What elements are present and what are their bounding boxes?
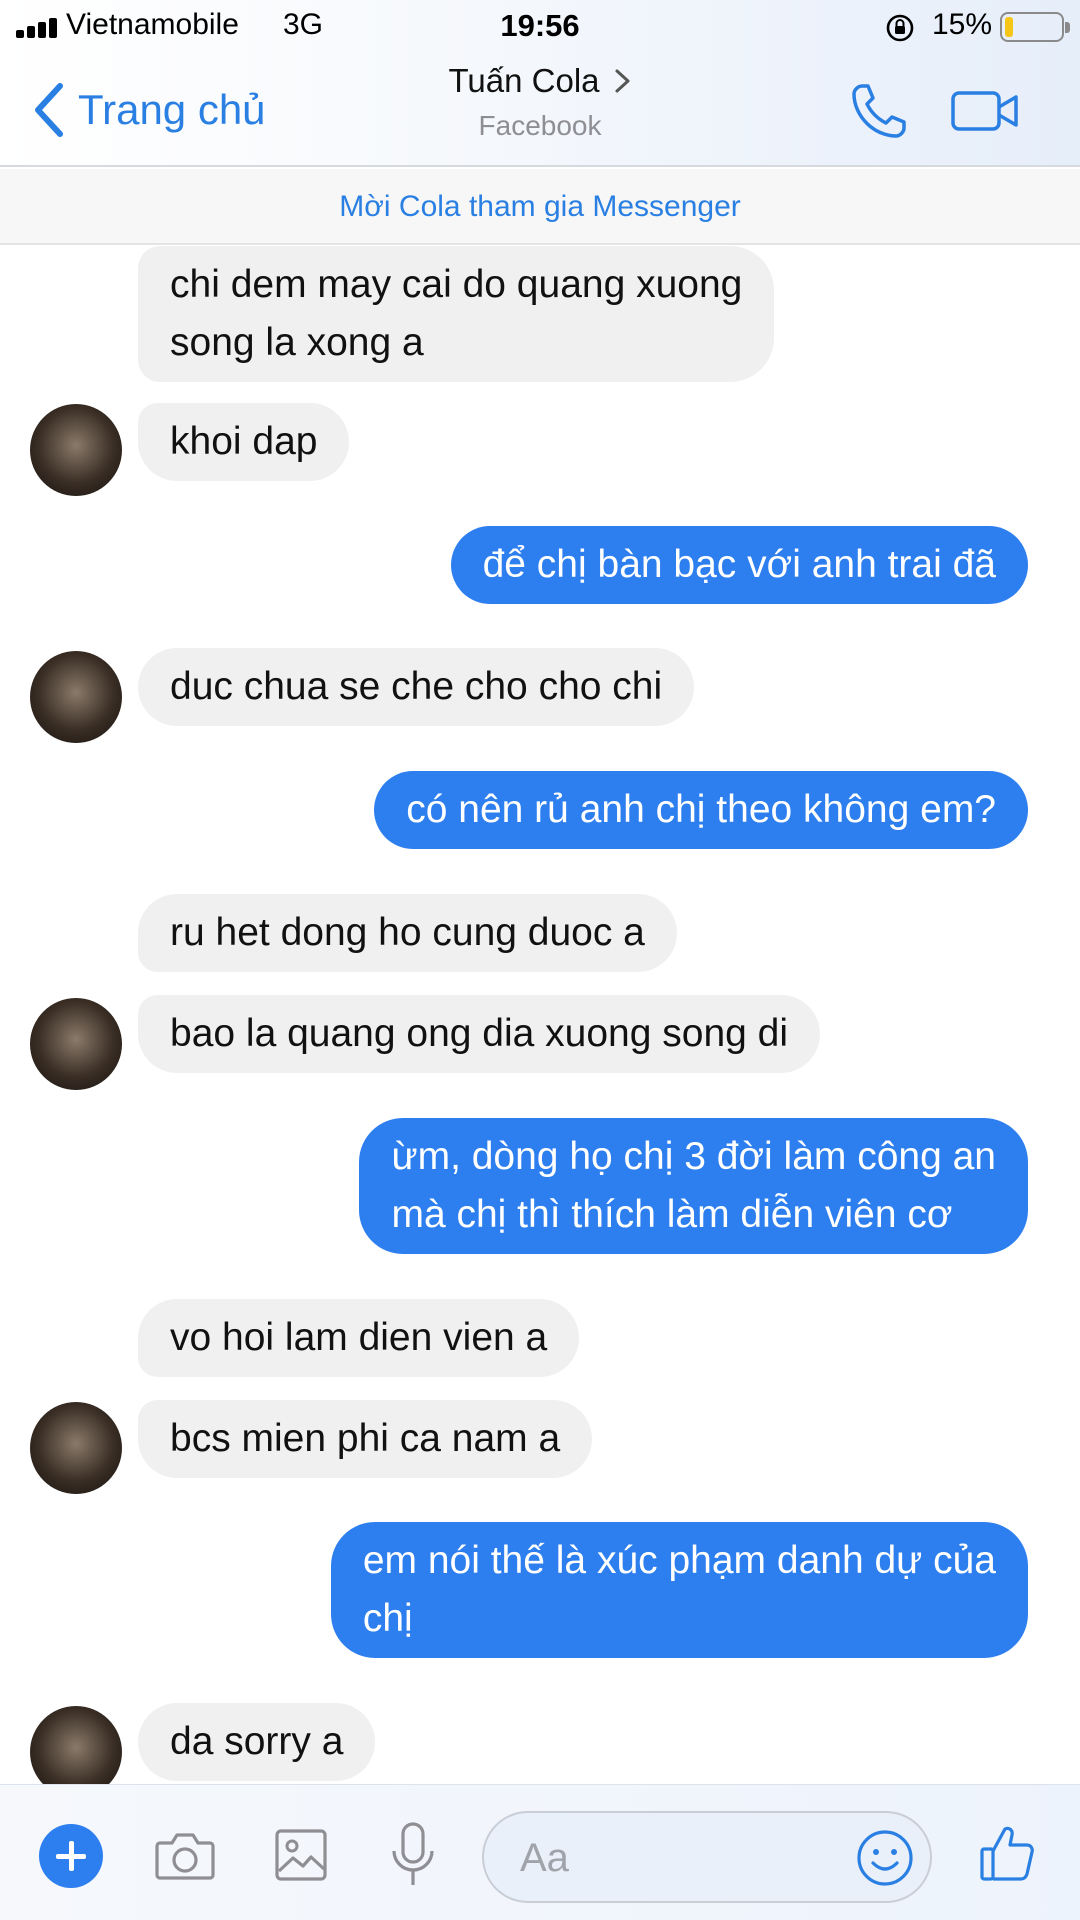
message-line: có nên rủ anh chị theo không em?	[406, 788, 996, 831]
composer-toolbar	[0, 1784, 1080, 1920]
message-line: để chị bàn bạc với anh trai đã	[482, 543, 996, 586]
incoming-message: khoi dap	[138, 403, 350, 481]
outgoing-message: có nên rủ anh chị theo không em?	[374, 771, 1028, 849]
message-line: khoi dap	[170, 420, 318, 463]
message-line: mà chị thì thích làm diễn viên cơ	[391, 1193, 953, 1236]
outgoing-message: để chị bàn bạc với anh trai đã	[450, 526, 1028, 604]
battery-icon	[1000, 12, 1070, 42]
message-list[interactable]: chi dem may cai do quang xuong song la x…	[0, 246, 1080, 1784]
message-line: chị	[362, 1597, 413, 1640]
message-line: bcs mien phi ca nam a	[170, 1417, 561, 1460]
message-line: ừm, dòng họ chị 3 đời làm công an	[391, 1135, 996, 1178]
status-time: 19:56	[500, 8, 580, 43]
message-line: chi dem may cai do quang xuong	[170, 263, 743, 306]
incoming-message: bcs mien phi ca nam a	[138, 1400, 593, 1478]
microphone-icon[interactable]	[389, 1821, 437, 1889]
message-line: song la xong a	[170, 321, 424, 364]
conversation-nav-bar: Trang chủ Tuấn Cola Facebook	[0, 54, 1080, 167]
contact-avatar[interactable]	[30, 651, 122, 743]
incoming-message: duc chua se che cho cho chi	[138, 648, 695, 726]
image-icon[interactable]	[273, 1827, 329, 1883]
outgoing-message: em nói thế là xúc phạm danh dự của chị	[330, 1522, 1028, 1658]
message-line: bao la quang ong dia xuong song di	[170, 1012, 789, 1055]
message-line: da sorry a	[170, 1720, 344, 1763]
contact-header[interactable]: Tuấn Cola Facebook	[0, 62, 1080, 142]
incoming-message: ru het dong ho cung duoc a	[138, 894, 677, 972]
phone-call-icon[interactable]	[848, 80, 910, 142]
thumbs-up-icon[interactable]	[978, 1823, 1036, 1883]
camera-icon[interactable]	[154, 1829, 216, 1881]
contact-subtitle: Facebook	[478, 110, 602, 141]
emoji-icon[interactable]	[856, 1829, 914, 1887]
contact-avatar[interactable]	[30, 1706, 122, 1784]
orientation-lock-icon	[886, 14, 914, 42]
contact-avatar[interactable]	[30, 1402, 122, 1494]
header-area: Vietnamobile 3G 19:56 15% Trang chủ Tuấn…	[0, 0, 1080, 167]
battery-percent: 15%	[932, 8, 993, 41]
incoming-message: bao la quang ong dia xuong song di	[138, 995, 821, 1073]
message-line: ru het dong ho cung duoc a	[170, 911, 645, 954]
message-input[interactable]	[520, 1829, 830, 1887]
status-bar: Vietnamobile 3G 19:56 15%	[0, 0, 1080, 54]
invite-banner[interactable]: Mời Cola tham gia Messenger	[0, 169, 1080, 245]
chevron-right-icon	[615, 69, 630, 93]
contact-name: Tuấn Cola	[448, 62, 600, 99]
video-call-icon[interactable]	[950, 87, 1020, 135]
incoming-message: da sorry a	[138, 1703, 376, 1781]
message-input-container[interactable]	[482, 1811, 932, 1903]
message-line: vo hoi lam dien vien a	[170, 1316, 548, 1359]
contact-avatar[interactable]	[30, 998, 122, 1090]
contact-avatar[interactable]	[30, 404, 122, 496]
incoming-message: vo hoi lam dien vien a	[138, 1299, 580, 1377]
plus-icon[interactable]	[39, 1824, 103, 1888]
message-line: duc chua se che cho cho chi	[170, 665, 663, 708]
message-line: em nói thế là xúc phạm danh dự của	[362, 1539, 996, 1582]
incoming-message: chi dem may cai do quang xuong song la x…	[138, 246, 775, 382]
outgoing-message: ừm, dòng họ chị 3 đời làm công an mà chị…	[359, 1118, 1028, 1254]
